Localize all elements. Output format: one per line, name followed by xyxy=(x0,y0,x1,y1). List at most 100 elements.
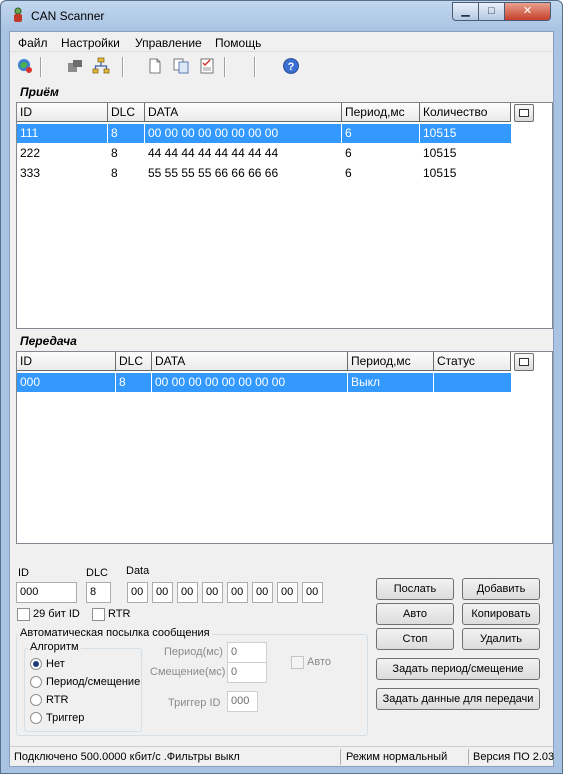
column-chooser-button[interactable] xyxy=(514,104,534,122)
period-label: Период(мс) xyxy=(164,646,223,658)
mode-status: Режим нормальный xyxy=(346,751,448,763)
auto-send-group-title: Автоматическая посылка сообщения xyxy=(18,627,212,639)
cell-period: Выкл xyxy=(348,373,434,392)
close-button[interactable]: ✕ xyxy=(504,2,551,21)
connect-icon[interactable] xyxy=(16,57,34,75)
algo-period-radio[interactable] xyxy=(30,676,42,688)
maximize-button[interactable]: □ xyxy=(478,2,505,21)
algo-rtr-radio[interactable] xyxy=(30,694,42,706)
table-icon xyxy=(519,358,529,366)
column-chooser-button[interactable] xyxy=(514,353,534,371)
cell-data: 00 00 00 00 00 00 00 00 xyxy=(152,373,348,392)
rtr-label: RTR xyxy=(108,608,131,620)
checklist-icon[interactable] xyxy=(198,57,216,75)
data-byte-input[interactable]: 00 xyxy=(277,582,298,603)
algorithm-group-title: Алгоритм xyxy=(28,641,81,653)
period-input[interactable]: 0 xyxy=(227,642,267,663)
menu-bar: Файл Настройки Управление Помощь xyxy=(10,32,553,52)
column-header-period[interactable]: Период,мс xyxy=(342,103,420,122)
receive-grid[interactable]: ID DLC DATA Период,мс Количество 111 8 0… xyxy=(16,102,553,329)
disconnect-icon[interactable] xyxy=(66,57,84,75)
column-header-dlc[interactable]: DLC xyxy=(116,352,152,371)
help-icon[interactable]: ? xyxy=(282,57,300,75)
ext-id-label: 29 бит ID xyxy=(33,608,80,620)
receive-label: Приём xyxy=(20,85,59,99)
algo-period-label: Период/смещение xyxy=(46,676,141,688)
algo-none-label: Нет xyxy=(46,658,65,670)
new-file-icon[interactable] xyxy=(146,57,164,75)
trigger-id-label: Триггер ID xyxy=(168,697,221,709)
cell-period: 6 xyxy=(342,124,420,143)
cell-count: 10515 xyxy=(423,166,457,180)
column-header-count[interactable]: Количество xyxy=(420,103,511,122)
algo-trigger-label: Триггер xyxy=(46,712,85,724)
status-divider xyxy=(468,749,469,765)
data-byte-input[interactable]: 00 xyxy=(227,582,248,603)
menu-control[interactable]: Управление xyxy=(135,36,202,50)
data-byte-input[interactable]: 00 xyxy=(127,582,148,603)
send-button[interactable]: Послать xyxy=(376,578,454,600)
cell-dlc: 8 xyxy=(116,373,152,392)
stop-button[interactable]: Стоп xyxy=(376,628,454,650)
cell-data: 00 00 00 00 00 00 00 00 xyxy=(145,124,342,143)
client-area: Файл Настройки Управление Помощь ? Приём… xyxy=(9,31,554,767)
auto-button[interactable]: Авто xyxy=(376,603,454,625)
trigger-id-input[interactable]: 000 xyxy=(227,691,258,712)
cell-dlc: 8 xyxy=(108,124,145,143)
network-icon[interactable] xyxy=(92,57,110,75)
cell-dlc: 8 xyxy=(111,146,118,160)
data-byte-input[interactable]: 00 xyxy=(302,582,323,603)
column-header-id[interactable]: ID xyxy=(17,103,108,122)
cell-id: 222 xyxy=(20,146,41,160)
auto-checkbox-label: Авто xyxy=(307,656,331,668)
toolbar: ? xyxy=(10,53,553,81)
set-period-button[interactable]: Задать период/смещение xyxy=(376,658,540,680)
data-byte-input[interactable]: 00 xyxy=(252,582,273,603)
offset-label: Смещение(мс) xyxy=(150,666,226,678)
rtr-checkbox[interactable] xyxy=(92,608,105,621)
menu-settings[interactable]: Настройки xyxy=(61,36,120,50)
transmit-label: Передача xyxy=(20,334,77,348)
algo-trigger-radio[interactable] xyxy=(30,712,42,724)
ext-id-checkbox[interactable] xyxy=(17,608,30,621)
data-label: Data xyxy=(126,565,150,577)
column-header-status[interactable]: Статус xyxy=(434,352,511,371)
column-header-id[interactable]: ID xyxy=(17,352,116,371)
title-bar[interactable]: CAN Scanner ▁ □ ✕ xyxy=(1,1,562,31)
transmit-grid-header: ID DLC DATA Период,мс Статус xyxy=(17,352,552,371)
cell-data: 55 55 55 55 66 66 66 66 xyxy=(148,166,279,180)
cell-id: 111 xyxy=(17,124,108,143)
version-status: Версия ПО 2.03 xyxy=(473,751,555,763)
cell-period: 6 xyxy=(345,166,352,180)
toolbar-separator xyxy=(254,57,256,77)
minimize-button[interactable]: ▁ xyxy=(452,2,479,21)
set-data-button[interactable]: Задать данные для передачи xyxy=(376,688,540,710)
menu-help[interactable]: Помощь xyxy=(215,36,261,50)
status-divider xyxy=(340,749,341,765)
column-header-data[interactable]: DATA xyxy=(145,103,342,122)
cell-period: 6 xyxy=(345,146,352,160)
algo-none-radio[interactable] xyxy=(30,658,42,670)
data-byte-input[interactable]: 00 xyxy=(177,582,198,603)
data-byte-input[interactable]: 00 xyxy=(202,582,223,603)
column-header-dlc[interactable]: DLC xyxy=(108,103,145,122)
delete-button[interactable]: Удалить xyxy=(462,628,540,650)
copy-file-icon[interactable] xyxy=(172,57,190,75)
column-header-period[interactable]: Период,мс xyxy=(348,352,434,371)
copy-button[interactable]: Копировать xyxy=(462,603,540,625)
toolbar-separator xyxy=(122,57,124,77)
cell-status xyxy=(434,373,511,392)
cell-id: 333 xyxy=(20,166,41,180)
algo-rtr-label: RTR xyxy=(46,694,69,706)
add-button[interactable]: Добавить xyxy=(462,578,540,600)
transmit-grid[interactable]: ID DLC DATA Период,мс Статус 000 8 00 00… xyxy=(16,351,553,544)
column-header-data[interactable]: DATA xyxy=(152,352,348,371)
status-bar: Подключено 500.0000 кбит/с .Фильтры выкл… xyxy=(10,746,555,766)
id-input[interactable]: 000 xyxy=(16,582,77,603)
menu-file[interactable]: Файл xyxy=(18,36,48,50)
receive-grid-header: ID DLC DATA Период,мс Количество xyxy=(17,103,552,122)
dlc-input[interactable]: 8 xyxy=(86,582,111,603)
auto-checkbox[interactable] xyxy=(291,656,304,669)
data-byte-input[interactable]: 00 xyxy=(152,582,173,603)
offset-input[interactable]: 0 xyxy=(227,662,267,683)
